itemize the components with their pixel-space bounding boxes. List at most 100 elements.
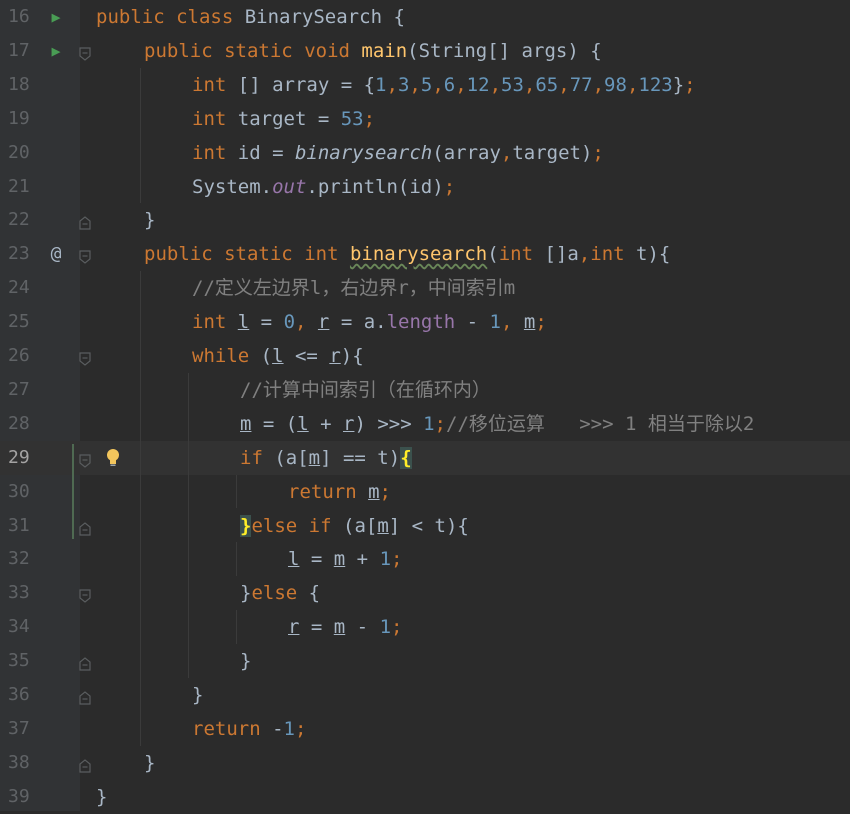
line-number[interactable]: 37 [8,712,38,746]
fold-close-icon[interactable] [79,756,91,773]
code-line[interactable]: 36} [0,678,850,712]
code-line[interactable]: 32 l = m + 1; [0,542,850,576]
code-line[interactable]: 31 }else if (a[m] < t){ [0,509,850,543]
code-text[interactable]: l = m + 1; [288,542,402,576]
code-text[interactable]: } [192,678,203,712]
line-number[interactable]: 19 [8,102,38,136]
line-number[interactable]: 35 [8,644,38,678]
code-text[interactable]: System.out.println(id); [192,170,455,204]
code-text[interactable]: public class BinarySearch { [96,0,405,34]
code-line[interactable]: 27 //计算中间索引（在循环内） [0,373,850,407]
code-line[interactable]: 39} [0,780,850,814]
code-line[interactable]: 29 if (a[m] == t){ [0,440,850,475]
line-number[interactable]: 27 [8,373,38,407]
fold-close-icon[interactable] [79,519,91,536]
code-text[interactable]: int l = 0, r = a.length - 1, m; [192,305,547,339]
line-number[interactable]: 38 [8,746,38,780]
line-number[interactable]: 16 [8,0,38,34]
code-text[interactable]: } [144,203,155,237]
line-number[interactable]: 25 [8,305,38,339]
code-line[interactable]: 35} [0,644,850,678]
code-line[interactable]: 34 r = m - 1; [0,610,850,644]
code-line[interactable]: 26 while (l <= r){ [0,339,850,373]
fold-close-icon[interactable] [79,654,91,671]
code-text[interactable]: if (a[m] == t){ [240,441,412,475]
line-number[interactable]: 32 [8,542,38,576]
code-text[interactable]: return m; [288,475,391,509]
code-token: = a. [329,311,387,334]
run-icon[interactable]: ▶ [44,34,68,68]
fold-open-icon[interactable] [79,44,91,61]
line-number[interactable]: 31 [8,509,38,543]
code-line[interactable]: 24 //定义左边界l，右边界r，中间索引m [0,271,850,305]
line-number[interactable]: 21 [8,170,38,204]
fold-open-icon[interactable] [79,586,91,604]
code-line[interactable]: 30 return m; [0,475,850,509]
fold-open-icon[interactable] [79,349,91,366]
code-line[interactable]: 37 return -1; [0,712,850,746]
code-token: , [558,73,570,96]
code-text[interactable]: public static void main(String[] args) { [144,34,602,68]
code-text[interactable]: }else if (a[m] < t){ [240,509,469,543]
code-text[interactable]: } [240,644,251,678]
code-line[interactable]: 22} [0,203,850,237]
line-number[interactable]: 39 [8,780,38,814]
line-number[interactable]: 33 [8,576,38,610]
code-text[interactable]: }else { [240,576,320,610]
code-line[interactable]: 16 ▶ public class BinarySearch { [0,0,850,34]
intention-bulb-icon[interactable] [104,445,122,471]
code-token: while [192,345,250,367]
code-line[interactable]: 18 int [] array = {1,3,5,6,12,53,65,77,98… [0,68,850,102]
code-token: int [192,107,227,130]
code-line[interactable]: 17 ▶ public static void main(String[] args… [0,34,850,68]
code-text[interactable]: public static int binarysearch(int []a,i… [144,237,670,271]
line-number[interactable]: 30 [8,475,38,509]
code-text[interactable]: r = m - 1; [288,610,402,644]
code-editor[interactable]: 16 ▶ public class BinarySearch { 17 ▶ public … [0,0,850,811]
code-line[interactable]: 19 int target = 53; [0,102,850,136]
code-text[interactable]: } [144,746,155,780]
line-number[interactable]: 36 [8,678,38,712]
line-number[interactable]: 29 [8,441,38,475]
code-line[interactable]: 21 System.out.println(id); [0,170,850,204]
code-text[interactable]: return -1; [192,712,306,746]
code-token: m [377,514,389,537]
code-token: l [297,412,309,435]
fold-open-icon[interactable] [79,247,91,265]
code-token: ; [535,311,547,334]
code-line[interactable]: 38} [0,746,850,780]
code-text[interactable]: int [] array = {1,3,5,6,12,53,65,77,98,1… [192,68,696,102]
code-line[interactable]: 20 int id = binarysearch(array,target); [0,136,850,170]
line-number[interactable]: 18 [8,68,38,102]
vcs-change-marker[interactable] [72,443,74,540]
line-number[interactable]: 34 [8,610,38,644]
line-number[interactable]: 22 [8,203,38,237]
code-line[interactable]: 28 m = (l + r) >>> 1;//移位运算 >>> 1 相当于除以2 [0,407,850,441]
code-line[interactable]: 25 int l = 0, r = a.length - 1, m; [0,305,850,339]
code-token: 1 [379,616,392,639]
code-text[interactable]: while (l <= r){ [192,339,364,373]
fold-close-icon[interactable] [79,213,91,230]
fold-close-icon[interactable] [79,688,91,705]
line-number[interactable]: 28 [8,407,38,441]
code-text[interactable]: int id = binarysearch(array,target); [192,136,604,170]
line-number[interactable]: 26 [8,339,38,373]
code-text[interactable]: m = (l + r) >>> 1;//移位运算 >>> 1 相当于除以2 [240,407,754,441]
code-text[interactable]: //定义左边界l，右边界r，中间索引m [192,271,515,305]
line-number[interactable]: 23 [8,237,38,271]
code-line[interactable]: 33 }else { [0,576,850,610]
code-token: //计算中间索引（在循环内） [240,378,491,401]
code-line[interactable]: 23 @ public static int binarysearch(int []… [0,237,850,271]
override-annotation-icon[interactable]: @ [44,237,68,271]
code-text[interactable]: int target = 53; [192,102,375,136]
run-icon[interactable]: ▶ [44,0,68,34]
line-number[interactable]: 20 [8,136,38,170]
fold-open-icon[interactable] [79,451,91,468]
code-token: m [333,548,346,571]
code-text[interactable]: //计算中间索引（在循环内） [240,373,491,407]
line-number[interactable]: 17 [8,34,38,68]
code-text[interactable]: } [96,780,107,814]
line-number[interactable]: 24 [8,271,38,305]
